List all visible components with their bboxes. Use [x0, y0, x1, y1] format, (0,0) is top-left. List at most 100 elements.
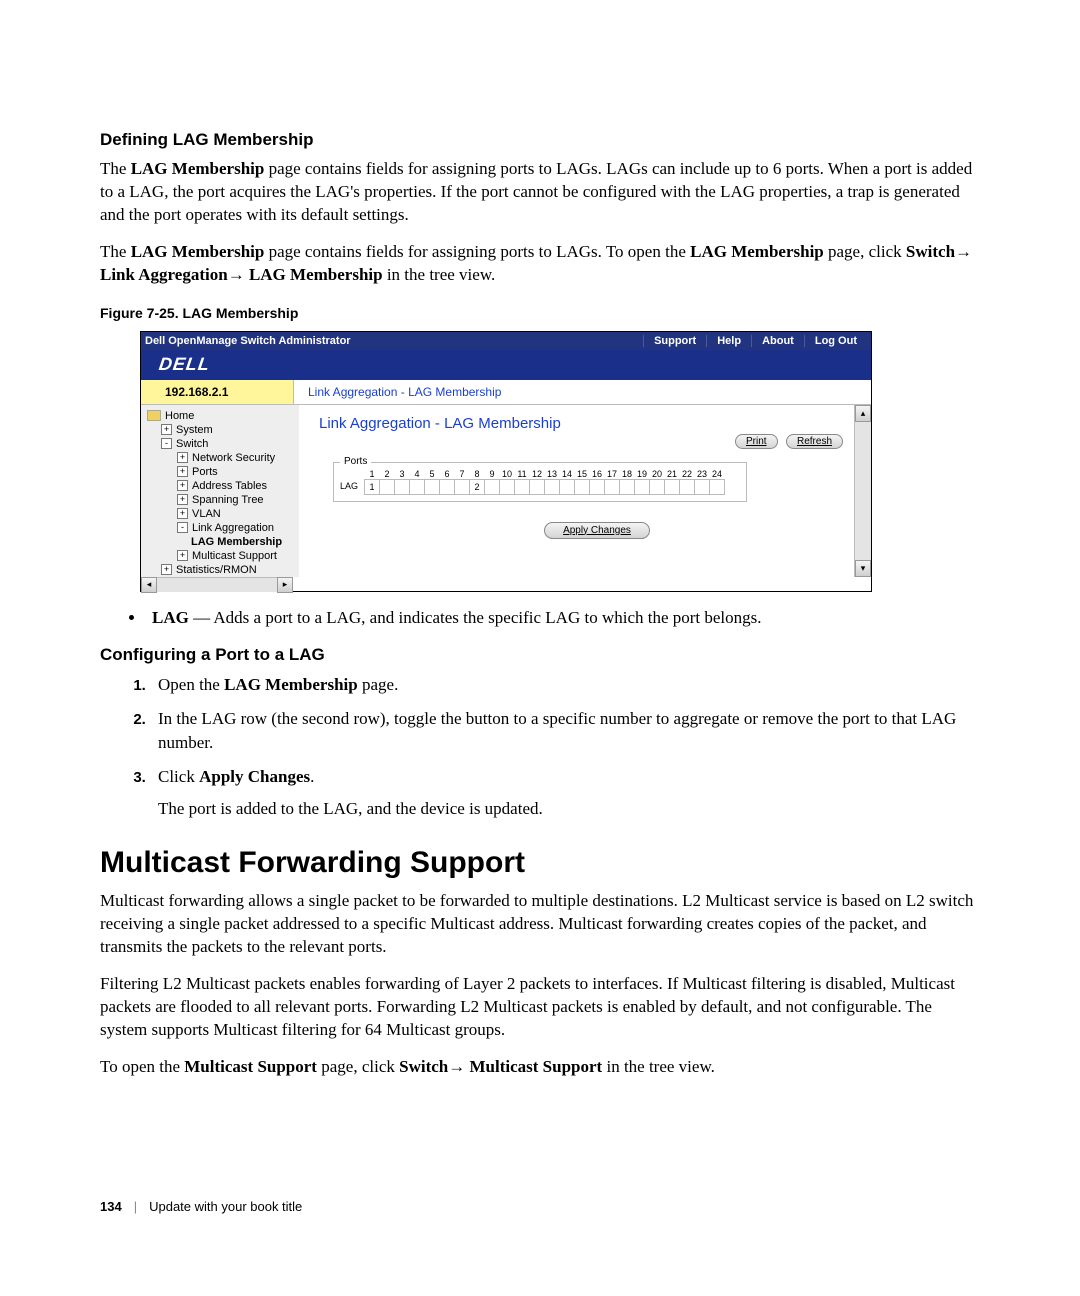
breadcrumb: Link Aggregation - LAG Membership	[294, 380, 871, 404]
text: The	[100, 159, 131, 178]
lag-cell[interactable]	[710, 479, 725, 494]
vertical-scrollbar[interactable]: ▴ ▾	[854, 405, 871, 577]
lag-cell[interactable]	[605, 479, 620, 494]
port-num: 7	[455, 469, 470, 480]
print-button[interactable]: Print	[735, 434, 778, 449]
lag-cell[interactable]	[680, 479, 695, 494]
scroll-up-icon[interactable]: ▴	[855, 405, 871, 422]
lag-cell[interactable]	[560, 479, 575, 494]
text-bold: LAG Membership	[224, 675, 358, 694]
tree-label: Spanning Tree	[192, 494, 264, 506]
refresh-button[interactable]: Refresh	[786, 434, 843, 449]
text-bold: LAG Membership	[131, 159, 265, 178]
lag-cell[interactable]	[455, 479, 470, 494]
lag-cell[interactable]	[530, 479, 545, 494]
lag-cell[interactable]	[665, 479, 680, 494]
tree-system[interactable]: + System	[147, 423, 299, 437]
menu-about[interactable]: About	[751, 335, 804, 347]
port-num: 11	[515, 469, 530, 480]
expand-icon[interactable]: +	[177, 452, 188, 463]
ports-legend: Ports	[340, 456, 371, 467]
lag-cell[interactable]	[650, 479, 665, 494]
heading-multicast: Multicast Forwarding Support	[100, 846, 980, 880]
tree-multicast-support[interactable]: +Multicast Support	[147, 549, 299, 563]
port-num: 3	[395, 469, 410, 480]
text: .	[310, 767, 314, 786]
menu-support[interactable]: Support	[643, 335, 706, 347]
menu-help[interactable]: Help	[706, 335, 751, 347]
expand-icon[interactable]: +	[161, 564, 172, 575]
text: page, click	[317, 1057, 399, 1076]
tree-lag-membership[interactable]: LAG Membership	[147, 535, 299, 549]
tree-ports[interactable]: + Ports	[147, 465, 299, 479]
tree-spanning-tree[interactable]: + Spanning Tree	[147, 493, 299, 507]
step-3: Click Apply Changes. The port is added t…	[150, 765, 980, 821]
lag-cell[interactable]: 2	[470, 479, 485, 494]
ports-fieldset: Ports LAG 1 2 3 4 5 6 7	[333, 462, 747, 502]
bullet-list: LAG — Adds a port to a LAG, and indicate…	[100, 606, 980, 630]
tree-vlan[interactable]: +VLAN	[147, 507, 299, 521]
collapse-icon[interactable]: -	[161, 438, 172, 449]
heading-defining-lag: Defining LAG Membership	[100, 130, 980, 150]
steps-list: Open the LAG Membership page. In the LAG…	[100, 673, 980, 820]
lag-cell[interactable]	[575, 479, 590, 494]
scroll-down-icon[interactable]: ▾	[855, 560, 871, 577]
port-num: 21	[665, 469, 680, 480]
lag-cell[interactable]	[515, 479, 530, 494]
tree-link-aggregation[interactable]: -Link Aggregation	[147, 521, 299, 535]
port-num: 16	[590, 469, 605, 480]
expand-icon[interactable]: +	[177, 466, 188, 477]
tree-switch[interactable]: -Switch	[147, 437, 299, 451]
expand-icon[interactable]: +	[177, 480, 188, 491]
port-num: 19	[635, 469, 650, 480]
text: To open the	[100, 1057, 184, 1076]
expand-icon[interactable]: +	[177, 508, 188, 519]
port-num: 23	[695, 469, 710, 480]
tree-address-tables[interactable]: +Address Tables	[147, 479, 299, 493]
step-3-result: The port is added to the LAG, and the de…	[158, 797, 980, 821]
tree-home[interactable]: Home	[147, 409, 299, 423]
lag-cell[interactable]	[425, 479, 440, 494]
lag-cell[interactable]	[410, 479, 425, 494]
text: page, click	[824, 242, 906, 261]
horizontal-scrollbar[interactable]: ◂ ▸	[141, 577, 293, 592]
tree-network-security[interactable]: +Network Security	[147, 451, 299, 465]
lag-cell[interactable]	[485, 479, 500, 494]
apply-changes-button[interactable]: Apply Changes	[544, 522, 650, 539]
collapse-icon[interactable]: -	[177, 522, 188, 533]
expand-icon[interactable]: +	[177, 550, 188, 561]
port-num: 13	[545, 469, 560, 480]
lag-cell[interactable]	[380, 479, 395, 494]
lag-cell[interactable]	[620, 479, 635, 494]
lag-cell[interactable]	[590, 479, 605, 494]
scroll-left-icon[interactable]: ◂	[141, 577, 157, 593]
content-pane: Link Aggregation - LAG Membership Print …	[299, 405, 871, 577]
text-bold: LAG Membership	[245, 265, 383, 284]
tree-label: Link Aggregation	[192, 522, 274, 534]
menu-logout[interactable]: Log Out	[804, 335, 867, 347]
lag-row-label: LAG	[340, 469, 364, 491]
heading-configure-port: Configuring a Port to a LAG	[100, 645, 980, 665]
lag-cell[interactable]	[545, 479, 560, 494]
port-num: 4	[410, 469, 425, 480]
text: page contains fields for assigning ports…	[264, 242, 690, 261]
window-titlebar: Dell OpenManage Switch Administrator Sup…	[141, 332, 871, 350]
page-footer: 134 | Update with your book title	[100, 1199, 980, 1214]
lag-cell[interactable]	[440, 479, 455, 494]
list-item: LAG — Adds a port to a LAG, and indicate…	[146, 606, 980, 630]
paragraph-multicast-2: Filtering L2 Multicast packets enables f…	[100, 973, 980, 1042]
lag-cell[interactable]: 1	[365, 479, 380, 494]
lag-cell[interactable]	[395, 479, 410, 494]
tree-statistics-rmon[interactable]: +Statistics/RMON	[147, 563, 299, 577]
tree-label: Ports	[192, 466, 218, 478]
expand-icon[interactable]: +	[161, 424, 172, 435]
lag-cell[interactable]	[635, 479, 650, 494]
tree-label: System	[176, 424, 213, 436]
expand-icon[interactable]: +	[177, 494, 188, 505]
scroll-right-icon[interactable]: ▸	[277, 577, 293, 593]
text-bold: Multicast Support	[465, 1057, 602, 1076]
lag-cell[interactable]	[695, 479, 710, 494]
lag-cell[interactable]	[500, 479, 515, 494]
text-bold: LAG Membership	[131, 242, 265, 261]
text: in the tree view.	[383, 265, 496, 284]
